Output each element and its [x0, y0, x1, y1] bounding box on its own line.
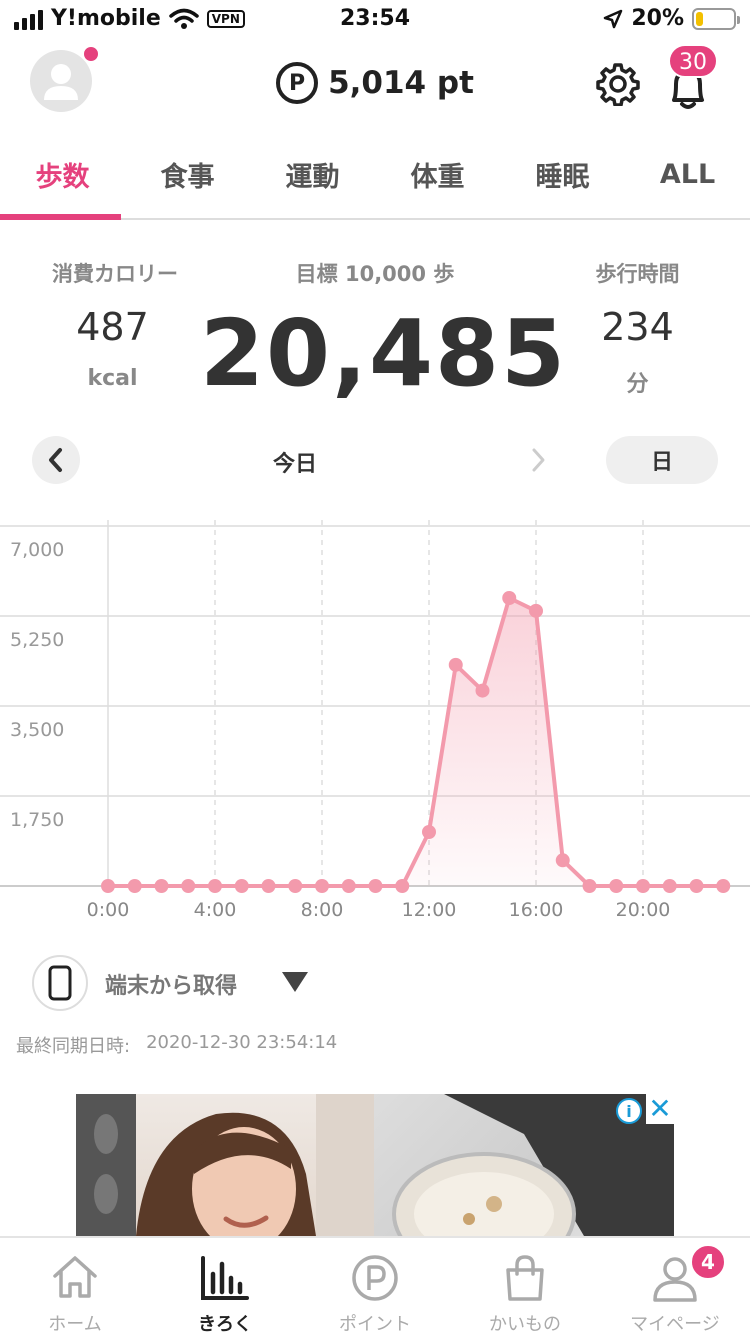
nav-record[interactable]: きろく	[150, 1238, 300, 1334]
ad-image-portrait	[76, 1094, 374, 1236]
data-point	[475, 683, 490, 698]
goal-label: 目標 10,000 歩	[295, 262, 455, 286]
point-icon: P	[276, 62, 319, 104]
avatar-notification-dot	[82, 45, 100, 63]
smartphone-icon	[48, 965, 72, 1001]
series-line	[108, 596, 724, 888]
calories-label: 消費カロリー	[52, 262, 178, 286]
data-point	[716, 879, 731, 893]
nav-points-label: ポイント	[339, 1314, 411, 1334]
nav-home-label: ホーム	[48, 1314, 102, 1334]
ad-close-icon[interactable]: ✕	[646, 1094, 674, 1124]
device-source-button[interactable]	[32, 955, 88, 1011]
data-point	[341, 879, 356, 893]
category-tabs: 歩数 食事 運動 体重 睡眠 ALL	[0, 130, 750, 220]
last-sync-value: 2020-12-30 23:54:14	[146, 1032, 338, 1053]
tab-sleep[interactable]: 睡眠	[500, 130, 625, 218]
chart-icon	[201, 1256, 249, 1300]
app-screen: Y!mobile VPN 23:54 20% P 5,014 pt 30 歩数 …	[0, 0, 750, 1334]
walk-time-unit: 分	[626, 372, 649, 397]
data-point	[315, 879, 329, 893]
notification-badge: 30	[668, 44, 718, 78]
point-icon	[352, 1255, 398, 1301]
series-area	[108, 598, 724, 886]
source-label[interactable]: 端末から取得	[105, 968, 237, 1000]
data-point	[636, 879, 650, 893]
previous-day-button[interactable]	[32, 436, 80, 484]
nav-shopping[interactable]: かいもの	[450, 1238, 600, 1334]
current-date-label: 今日	[272, 452, 317, 477]
data-point	[181, 879, 196, 893]
bottom-navigation: ホーム きろく ポイント かいもの マイページ 4	[0, 1236, 750, 1334]
data-point	[609, 879, 624, 893]
y-tick-label: 7,000	[10, 539, 64, 561]
data-point	[154, 879, 169, 893]
y-tick-label: 1,750	[10, 809, 64, 831]
x-tick-label: 16:00	[509, 899, 564, 921]
next-day-button[interactable]	[514, 436, 562, 484]
data-point	[502, 591, 517, 605]
nav-shopping-label: かいもの	[489, 1314, 561, 1334]
points-value: 5,014 pt	[328, 65, 474, 101]
nav-mypage[interactable]: マイページ 4	[600, 1238, 750, 1334]
status-right: 20%	[603, 6, 740, 31]
nav-record-label: きろく	[198, 1314, 252, 1334]
data-point	[368, 879, 383, 893]
data-point	[395, 879, 410, 893]
gear-icon[interactable]	[596, 62, 640, 106]
data-point	[662, 879, 677, 893]
dropdown-arrow-icon[interactable]	[282, 972, 308, 992]
ad-portrait-illustration	[76, 1094, 374, 1236]
tab-weight[interactable]: 体重	[375, 130, 500, 218]
data-point	[422, 825, 436, 839]
data-point	[529, 603, 543, 618]
calories-unit: kcal	[87, 366, 138, 391]
mypage-badge: 4	[690, 1244, 726, 1280]
shopping-bag-icon	[506, 1255, 544, 1301]
location-arrow-icon	[604, 9, 623, 28]
x-tick-label: 0:00	[87, 899, 130, 921]
walk-time-label: 歩行時間	[595, 262, 680, 286]
chevron-left-icon	[49, 448, 62, 472]
data-point	[127, 879, 142, 893]
x-tick-label: 8:00	[301, 899, 344, 921]
steps-chart: 7,000 5,250 3,500 1,750 0:00 4:00 8:00 12:00 16:…	[0, 520, 750, 921]
tab-all[interactable]: ALL	[625, 130, 750, 218]
status-bar: Y!mobile VPN 23:54 20%	[0, 0, 750, 40]
data-point	[101, 879, 115, 893]
walk-time-value: 234	[601, 305, 674, 349]
x-tick-label: 4:00	[194, 899, 237, 921]
y-tick-label: 3,500	[10, 719, 64, 741]
data-point	[582, 879, 597, 893]
nav-mypage-label: マイページ	[630, 1314, 720, 1334]
battery-fill	[696, 11, 704, 26]
calories-value: 487	[76, 305, 149, 349]
app-header: P 5,014 pt 30	[0, 40, 750, 130]
tab-steps[interactable]: 歩数	[0, 130, 125, 220]
data-point	[208, 879, 222, 893]
y-tick-label: 5,250	[10, 629, 64, 651]
nav-points[interactable]: ポイント	[300, 1238, 450, 1334]
last-sync: 最終同期日時: 2020-12-30 23:54:14	[16, 1032, 337, 1058]
x-tick-label: 20:00	[616, 899, 671, 921]
tab-exercise[interactable]: 運動	[250, 130, 375, 218]
data-point	[261, 879, 276, 893]
tab-meals[interactable]: 食事	[125, 130, 250, 218]
last-sync-label: 最終同期日時:	[16, 1036, 131, 1057]
x-tick-label: 12:00	[402, 899, 457, 921]
data-point	[555, 853, 570, 868]
nav-home[interactable]: ホーム	[0, 1238, 150, 1334]
battery-icon	[692, 7, 740, 30]
step-count: 20,485	[200, 300, 568, 407]
data-point	[448, 657, 463, 672]
data-point	[689, 879, 704, 893]
data-point	[234, 879, 249, 893]
ad-banner[interactable]: i ✕	[76, 1094, 674, 1236]
battery-percent: 20%	[631, 6, 684, 31]
chevron-right-icon	[532, 448, 545, 472]
home-icon	[53, 1256, 97, 1298]
period-selector[interactable]: 日	[606, 436, 718, 484]
ad-info-icon[interactable]: i	[616, 1098, 642, 1124]
data-point	[288, 879, 303, 893]
